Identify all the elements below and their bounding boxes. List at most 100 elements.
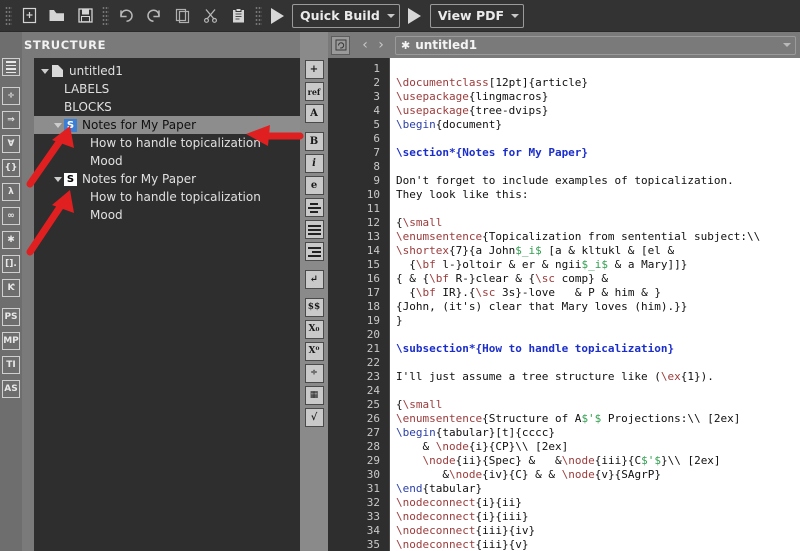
sqrt-icon[interactable]: √ [305,408,324,427]
code-token: \nodeconnect [396,496,475,509]
tree-item[interactable]: Mood [34,206,300,224]
sidebar-mp-icon[interactable]: MP [2,332,20,350]
code-token: \usepackage [396,104,469,117]
sidebar-ps-icon[interactable]: PS [2,308,20,326]
tree-item[interactable]: LABELS [34,80,300,98]
tree-twisty-icon[interactable] [51,119,64,132]
quick-build-dropdown[interactable]: Quick Build [292,4,400,28]
code-token: & a Mary]]} [608,258,687,271]
tree-item-label: untitled1 [69,62,123,80]
sidebar-logical-icon[interactable]: ∀ [2,135,20,153]
line-number: 9 [328,174,389,188]
superscript-icon[interactable]: X⁰ [305,342,324,361]
sidebar-ti-icon[interactable]: TI [2,356,20,374]
matrix-icon[interactable]: ▦ [305,386,324,405]
toolbar-grip[interactable] [5,6,12,26]
quick-build-run-icon[interactable] [265,3,289,29]
newline-icon[interactable]: ↵ [305,270,324,289]
code-token: \enumsentence [396,412,482,425]
sidebar-misc-icon[interactable]: ∞ [2,207,20,225]
line-number: 28 [328,440,389,454]
emphasis-icon[interactable]: e [305,176,324,195]
line-number: 5 [328,118,389,132]
code-token: $'$ [581,412,601,425]
code-token: {tree-dvips} [469,104,548,117]
code-token: R-}clear & { [449,272,535,285]
font-icon[interactable]: A [305,104,324,123]
bold-icon[interactable]: B [305,132,324,151]
code-token: \sc [476,286,496,299]
tree-twisty-icon[interactable] [51,173,64,186]
tree-twisty-icon[interactable] [38,65,51,78]
toolbar-grip-3[interactable] [255,6,262,26]
code-token: \nodeconnect [396,524,475,537]
sidebar-brackets-icon[interactable]: []. [2,255,20,273]
tree-item[interactable]: SNotes for My Paper [34,116,300,134]
sidebar-as-icon[interactable]: AS [2,380,20,398]
code-token: {tabular} [423,482,483,495]
modified-indicator-icon: ✱ [401,39,410,52]
save-icon[interactable] [71,3,99,29]
fraction-icon[interactable]: ÷ [305,364,324,383]
code-line [396,160,800,174]
code-line [396,384,800,398]
open-folder-icon[interactable] [43,3,71,29]
line-number: 35 [328,538,389,551]
code-token: {Structure of A [482,412,581,425]
new-file-icon[interactable] [15,3,43,29]
tree-item[interactable]: How to handle topicalization [34,134,300,152]
chevron-down-icon [783,43,791,47]
tree-item[interactable]: untitled1 [34,62,300,80]
undo-icon[interactable] [112,3,140,29]
editor-tool-rail: + ref A B i e ↵ $$ X₀ X⁰ ÷ ▦ √ [300,32,328,551]
align-center-icon[interactable] [305,220,324,239]
math-dollar-icon[interactable]: $$ [305,298,324,317]
cut-icon[interactable] [196,3,224,29]
line-number-gutter: 1234567891011121314151617181920212223242… [328,58,390,551]
sidebar-relations-icon[interactable]: ÷ [2,87,20,105]
structure-tree[interactable]: untitled1LABELSBLOCKSSNotes for My Paper… [34,58,300,551]
code-line: \begin{tabular}[t]{cccc} [396,426,800,440]
view-pdf-run-icon[interactable] [403,3,427,29]
nav-forward-icon[interactable]: › [373,35,389,55]
code-editor[interactable]: \documentclass[12pt]{article}\usepackage… [390,58,800,551]
code-line: \end{tabular} [396,482,800,496]
sidebar-arrows-icon[interactable]: ⇒ [2,111,20,129]
tree-item-label: Mood [90,206,123,224]
redo-icon[interactable] [140,3,168,29]
code-line: \section*{Notes for My Paper} [396,146,800,160]
sidebar-special-icon[interactable]: ✱ [2,231,20,249]
line-number: 18 [328,300,389,314]
refresh-structure-icon[interactable] [331,36,350,55]
copy-icon[interactable] [168,3,196,29]
code-token: \section*{Notes for My Paper} [396,146,588,159]
code-line: &\node{iv}{C} & & \node{v}{SAgrP} [396,468,800,482]
align-right-icon[interactable] [305,242,324,261]
align-left-icon[interactable] [305,198,324,217]
tree-item[interactable]: BLOCKS [34,98,300,116]
view-pdf-dropdown[interactable]: View PDF [430,4,524,28]
line-number: 10 [328,188,389,202]
toolbar-grip-2[interactable] [102,6,109,26]
open-file-dropdown[interactable]: ✱ untitled1 [395,36,796,55]
tree-item[interactable]: How to handle topicalization [34,188,300,206]
current-file-name: untitled1 [415,38,783,52]
paste-icon[interactable] [224,3,252,29]
sidebar-symbols-icon[interactable]: Ƙ [2,279,20,297]
code-line: \enumsentence{Structure of A$'$ Projecti… [396,412,800,426]
subscript-icon[interactable]: X₀ [305,320,324,339]
sidebar-greek-icon[interactable]: λ [2,183,20,201]
insert-icon[interactable]: + [305,60,324,79]
code-token: { [396,286,416,299]
tree-item[interactable]: SNotes for My Paper [34,170,300,188]
sidebar-structure-icon[interactable] [2,58,20,76]
nav-back-icon[interactable]: ‹ [357,35,373,55]
code-line: & \node{i}{CP}\\ [2ex] [396,440,800,454]
italic-icon[interactable]: i [305,154,324,173]
tree-item[interactable]: Mood [34,152,300,170]
code-token: \begin [396,118,436,131]
sidebar-delimiters-icon[interactable]: {} [2,159,20,177]
code-line: } [396,314,800,328]
line-number: 24 [328,384,389,398]
ref-icon[interactable]: ref [305,82,324,101]
